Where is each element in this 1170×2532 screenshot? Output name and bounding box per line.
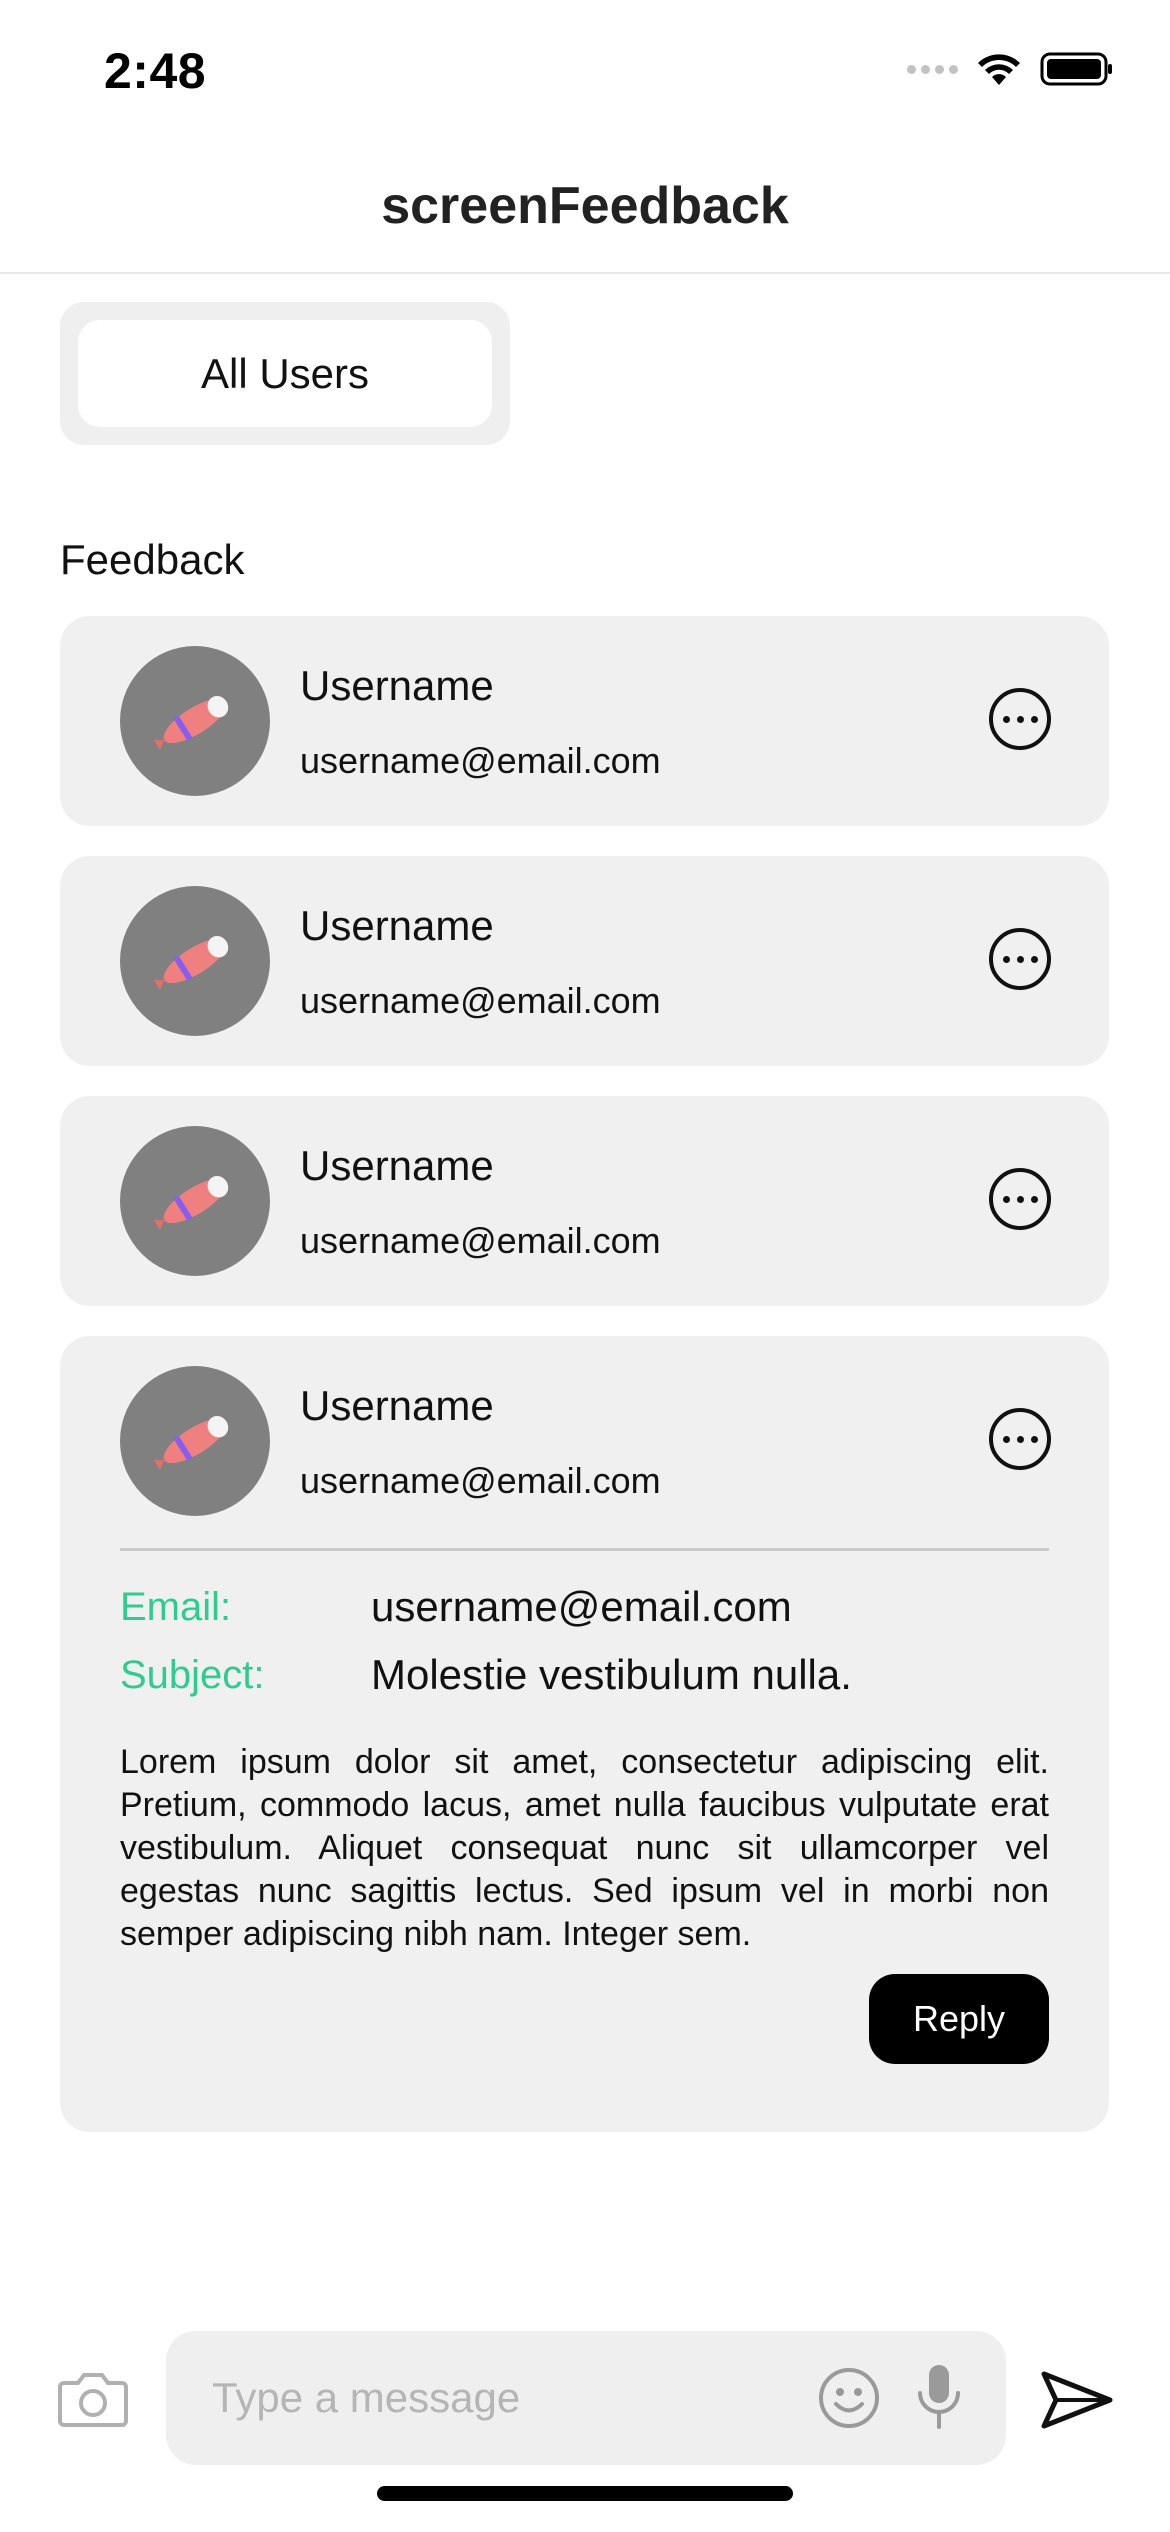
nav-divider bbox=[0, 272, 1170, 274]
page-title: screenFeedback bbox=[381, 177, 789, 235]
more-icon[interactable] bbox=[989, 1408, 1051, 1470]
status-icons bbox=[907, 52, 1114, 86]
card-username: Username bbox=[300, 662, 494, 709]
feedback-screen: 2:48 screenFeedback All Users Feedback U… bbox=[0, 0, 1170, 2532]
email-row: Email: username@email.com bbox=[120, 1583, 1049, 1631]
camera-icon[interactable] bbox=[58, 2367, 128, 2427]
feedback-card[interactable]: Username username@email.com bbox=[60, 1096, 1109, 1306]
more-icon[interactable] bbox=[989, 1168, 1051, 1230]
card-email: username@email.com bbox=[300, 740, 661, 781]
more-icon[interactable] bbox=[989, 688, 1051, 750]
feedback-card[interactable]: Username username@email.com bbox=[60, 856, 1109, 1066]
message-input[interactable] bbox=[212, 2331, 752, 2465]
section-label: Feedback bbox=[60, 536, 245, 583]
card-username: Username bbox=[300, 1142, 494, 1189]
reply-button[interactable]: Reply bbox=[869, 1974, 1049, 2064]
card-email: username@email.com bbox=[300, 1460, 661, 1501]
card-username: Username bbox=[300, 902, 494, 949]
subject-value: Molestie vestibulum nulla. bbox=[371, 1651, 852, 1698]
home-indicator bbox=[377, 2486, 793, 2501]
send-icon[interactable] bbox=[1040, 2370, 1114, 2430]
more-icon[interactable] bbox=[989, 928, 1051, 990]
avatar-icon bbox=[120, 886, 270, 1036]
detail-divider bbox=[120, 1548, 1049, 1551]
email-label: Email: bbox=[120, 1584, 232, 1629]
feedback-card[interactable]: Username username@email.com bbox=[60, 616, 1109, 826]
avatar-icon bbox=[120, 1366, 270, 1516]
all-users-button[interactable]: All Users bbox=[78, 320, 492, 427]
status-time: 2:48 bbox=[104, 43, 207, 99]
cellular-signal-icon bbox=[907, 64, 958, 74]
user-filter-segment: All Users bbox=[60, 302, 510, 445]
card-username: Username bbox=[300, 1382, 494, 1429]
card-email: username@email.com bbox=[300, 1220, 661, 1261]
microphone-icon[interactable] bbox=[914, 2363, 964, 2431]
emoji-icon[interactable] bbox=[818, 2367, 880, 2429]
subject-row: Subject: Molestie vestibulum nulla. bbox=[120, 1651, 1049, 1699]
subject-label: Subject: bbox=[120, 1652, 265, 1697]
battery-icon bbox=[1040, 52, 1112, 86]
card-email: username@email.com bbox=[300, 980, 661, 1021]
feedback-detail: Email: username@email.com Subject: Moles… bbox=[60, 1548, 1109, 2108]
feedback-body: Lorem ipsum dolor sit amet, consectetur … bbox=[120, 1743, 1049, 1953]
avatar-icon bbox=[120, 646, 270, 796]
email-value: username@email.com bbox=[371, 1583, 792, 1630]
avatar-icon bbox=[120, 1126, 270, 1276]
message-composer bbox=[166, 2331, 1006, 2465]
feedback-card-expanded[interactable]: Username username@email.com Email: usern… bbox=[60, 1336, 1109, 2132]
wifi-icon bbox=[978, 54, 1020, 85]
